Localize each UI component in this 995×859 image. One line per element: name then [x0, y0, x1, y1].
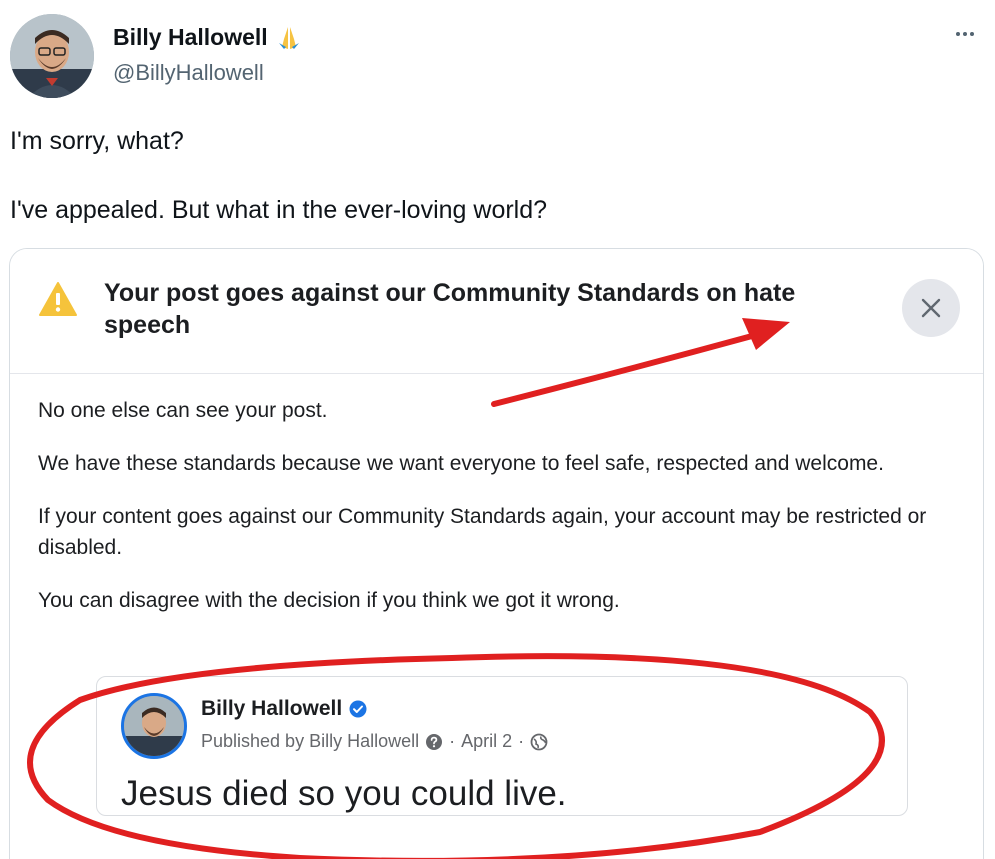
tweet-text-line-2: I've appealed. But what in the ever-lovi…	[10, 196, 548, 224]
author-name-text[interactable]: Billy Hallowell	[113, 24, 268, 51]
notice-paragraph: We have these standards because we want …	[38, 452, 884, 475]
attached-image[interactable]: Your post goes against our Community Sta…	[9, 248, 984, 859]
author-handle[interactable]: @BillyHallowell	[113, 60, 264, 86]
warning-triangle-icon	[38, 281, 78, 317]
verified-badge-icon	[349, 700, 367, 718]
tweet-text-line-1: I'm sorry, what?	[10, 127, 184, 155]
notice-body: No one else can see your post. We have t…	[38, 395, 963, 638]
post-author-name: Billy Hallowell	[201, 697, 367, 721]
close-button[interactable]	[902, 279, 960, 337]
notice-paragraph: You can disagree with the decision if yo…	[38, 589, 620, 612]
flagged-post-card: Billy Hallowell Published by Billy Hallo…	[96, 676, 908, 816]
notice-title: Your post goes against our Community Sta…	[104, 279, 796, 339]
post-meta: Published by Billy Hallowell · April 2 ·	[201, 731, 548, 752]
notice-header: Your post goes against our Community Sta…	[10, 249, 983, 374]
author-avatar[interactable]	[10, 14, 94, 98]
separator-dot: ·	[449, 731, 456, 751]
post-author-avatar	[121, 693, 187, 759]
post-date: April 2	[461, 731, 513, 751]
globe-icon	[530, 733, 548, 750]
notice-paragraph: If your content goes against our Communi…	[38, 505, 927, 559]
post-author-name-text: Billy Hallowell	[201, 697, 343, 720]
separator-dot: ·	[518, 731, 525, 751]
notice-paragraph: No one else can see your post.	[38, 399, 328, 422]
published-by-text: Published by Billy Hallowell	[201, 731, 420, 751]
folded-hands-icon	[276, 25, 302, 51]
close-x-icon	[921, 298, 941, 318]
post-text: Jesus died so you could live.	[121, 774, 567, 813]
question-circle-icon	[426, 733, 443, 750]
ellipsis-icon[interactable]	[948, 22, 982, 46]
author-name[interactable]: Billy Hallowell	[113, 24, 302, 51]
